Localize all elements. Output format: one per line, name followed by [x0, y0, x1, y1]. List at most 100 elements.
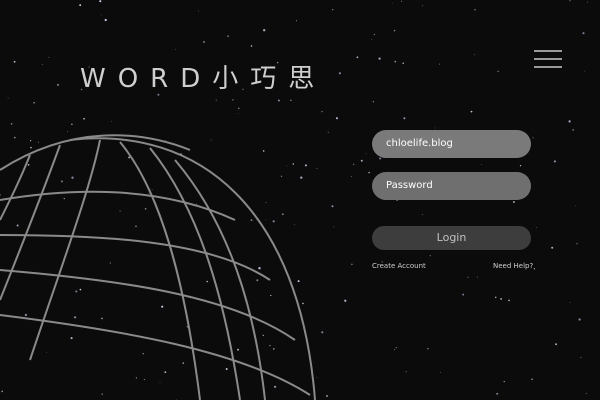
- page-title: WORD小巧思: [80, 64, 327, 94]
- star: [531, 378, 533, 380]
- star: [33, 101, 35, 104]
- star: [585, 392, 587, 395]
- star: [392, 2, 394, 4]
- star: [250, 45, 253, 47]
- star: [373, 33, 376, 36]
- star: [553, 160, 556, 163]
- star: [494, 296, 497, 299]
- star: [497, 70, 499, 73]
- star: [351, 176, 352, 177]
- star: [439, 63, 441, 65]
- star: [71, 123, 73, 125]
- star: [198, 10, 199, 12]
- star: [48, 57, 50, 58]
- star: [462, 293, 465, 296]
- star: [569, 0, 571, 2]
- star: [353, 163, 355, 165]
- star: [533, 268, 536, 270]
- star: [477, 276, 478, 278]
- username-field[interactable]: chloelife.blog: [372, 130, 531, 158]
- star: [227, 35, 229, 37]
- star: [263, 29, 266, 32]
- star: [555, 343, 558, 346]
- star: [290, 99, 292, 101]
- star: [405, 371, 407, 373]
- star: [584, 70, 586, 72]
- star: [578, 318, 581, 321]
- star: [580, 356, 582, 358]
- star: [379, 157, 382, 160]
- star: [372, 101, 375, 103]
- star: [422, 5, 424, 7]
- star: [587, 1, 588, 3]
- star: [99, 0, 102, 3]
- star: [41, 64, 43, 65]
- star: [238, 113, 239, 114]
- star: [13, 60, 16, 63]
- star: [434, 127, 436, 129]
- star: [532, 137, 534, 139]
- star: [508, 299, 510, 302]
- star: [277, 99, 280, 102]
- star: [100, 14, 102, 16]
- star: [7, 97, 9, 99]
- create-account-link[interactable]: Create Account: [372, 262, 426, 270]
- star: [572, 129, 574, 131]
- globe-illustration: [0, 134, 316, 400]
- star: [427, 348, 429, 350]
- star: [403, 117, 406, 120]
- star: [104, 18, 107, 22]
- star: [356, 56, 359, 59]
- star: [56, 83, 60, 86]
- star: [321, 110, 323, 113]
- star: [503, 380, 505, 383]
- star: [500, 297, 503, 300]
- star: [474, 9, 476, 11]
- star: [582, 32, 585, 35]
- star: [344, 299, 347, 302]
- star: [395, 347, 397, 349]
- star: [470, 110, 473, 113]
- star: [332, 9, 334, 11]
- star: [568, 120, 571, 123]
- star: [512, 200, 515, 204]
- star: [335, 117, 338, 120]
- star: [237, 107, 240, 110]
- star: [569, 302, 571, 303]
- star: [401, 0, 402, 2]
- star: [360, 159, 363, 162]
- star: [429, 255, 431, 257]
- need-help-link[interactable]: Need Help?: [493, 262, 533, 270]
- star: [551, 246, 554, 249]
- star: [232, 99, 234, 101]
- star: [394, 349, 395, 351]
- star: [378, 57, 381, 60]
- star: [351, 263, 353, 266]
- star: [331, 205, 334, 208]
- password-field[interactable]: Password: [372, 172, 531, 200]
- star: [338, 72, 341, 75]
- star: [394, 60, 397, 63]
- star: [215, 99, 217, 101]
- star: [519, 165, 522, 167]
- star: [473, 54, 475, 56]
- star: [175, 49, 177, 50]
- star: [481, 164, 482, 166]
- star: [333, 226, 335, 228]
- star: [83, 117, 85, 120]
- star: [496, 392, 499, 395]
- hamburger-menu-icon[interactable]: [534, 48, 562, 70]
- star: [575, 205, 577, 207]
- star: [371, 39, 373, 41]
- star: [365, 153, 367, 155]
- star: [368, 171, 370, 174]
- star: [467, 276, 469, 278]
- star: [576, 243, 578, 245]
- star: [10, 123, 13, 125]
- star: [422, 214, 424, 215]
- login-button[interactable]: Login: [372, 226, 531, 250]
- star: [79, 4, 82, 7]
- star: [393, 29, 396, 32]
- star: [111, 121, 113, 122]
- star: [295, 20, 297, 22]
